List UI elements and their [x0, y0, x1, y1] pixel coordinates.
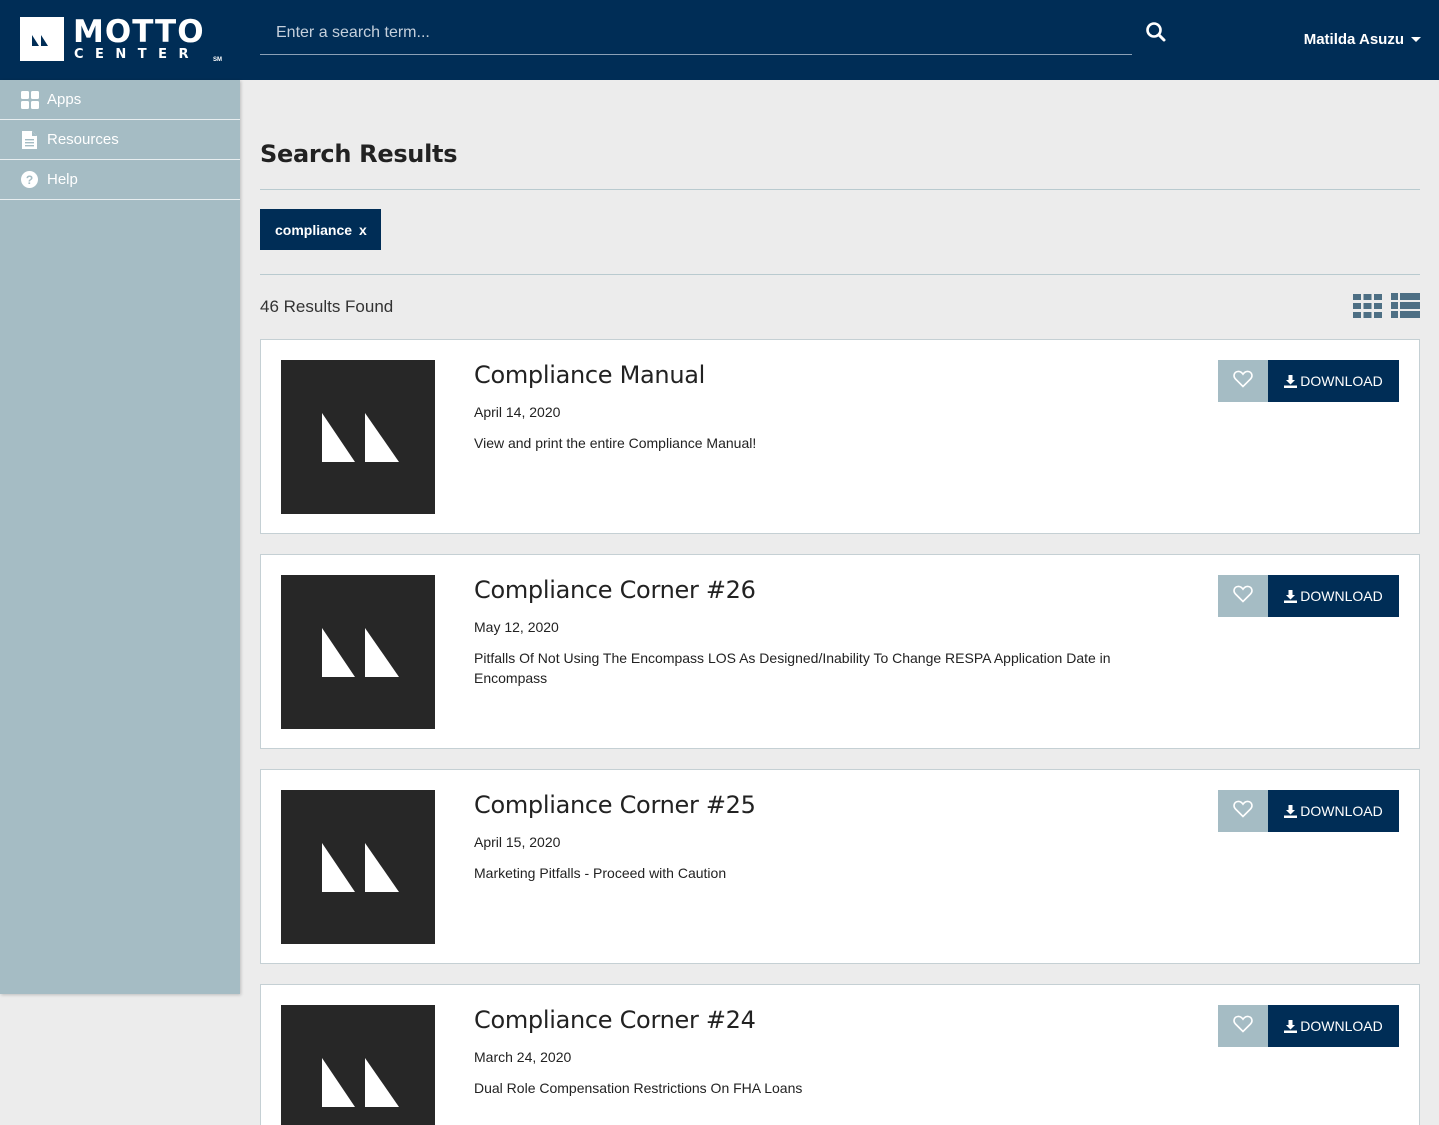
user-menu[interactable]: Matilda Asuzu: [1304, 31, 1421, 48]
user-name: Matilda Asuzu: [1303, 31, 1404, 48]
service-mark: SM: [213, 57, 222, 63]
download-label: DOWNLOAD: [1300, 373, 1383, 389]
result-date: May 12, 2020: [474, 619, 559, 635]
result-title[interactable]: Compliance Manual: [474, 361, 705, 389]
result-card[interactable]: Compliance Corner #24 March 24, 2020 Dua…: [260, 984, 1420, 1125]
svg-text:?: ?: [26, 173, 33, 187]
logo-mark: [20, 17, 64, 61]
download-button[interactable]: DOWNLOAD: [1268, 790, 1399, 832]
favorite-button[interactable]: [1218, 575, 1268, 617]
download-button[interactable]: DOWNLOAD: [1268, 575, 1399, 617]
result-card[interactable]: Compliance Corner #26 May 12, 2020 Pitfa…: [260, 554, 1420, 749]
result-description: Pitfalls Of Not Using The Encompass LOS …: [474, 650, 1111, 686]
sidebar-item-label: Help: [47, 171, 78, 188]
result-date: April 15, 2020: [474, 834, 561, 850]
divider: [260, 274, 1420, 275]
sidebar-item-label: Resources: [47, 131, 119, 148]
logo-wordmark: MOTTO: [73, 14, 205, 50]
resource-thumbnail[interactable]: [281, 575, 435, 729]
result-description: Marketing Pitfalls - Proceed with Cautio…: [474, 865, 727, 881]
list-view-icon[interactable]: [1391, 293, 1420, 318]
result-description: View and print the entire Compliance Man…: [474, 435, 757, 451]
favorite-button[interactable]: [1218, 790, 1268, 832]
heart-icon: [1233, 800, 1253, 823]
grid-icon: [20, 90, 39, 109]
motto-center-logo[interactable]: MOTTO CENTER SM: [20, 14, 230, 63]
search-bar: [260, 12, 1132, 55]
search-input[interactable]: [260, 12, 1132, 54]
filter-chip-label: compliance: [275, 221, 353, 238]
result-date: April 14, 2020: [474, 404, 561, 420]
download-label: DOWNLOAD: [1300, 588, 1383, 604]
search-icon[interactable]: [1144, 20, 1168, 44]
resource-thumbnail[interactable]: [281, 360, 435, 514]
resource-thumbnail[interactable]: [281, 1005, 435, 1125]
page-title: Search Results: [260, 140, 458, 168]
download-icon: [1284, 1019, 1298, 1033]
top-navbar: MOTTO CENTER SM Matilda Asuzu: [0, 0, 1439, 80]
result-description: Dual Role Compensation Restrictions On F…: [474, 1080, 803, 1096]
download-label: DOWNLOAD: [1300, 803, 1383, 819]
favorite-button[interactable]: [1218, 360, 1268, 402]
download-icon: [1284, 589, 1298, 603]
sidebar-item-apps[interactable]: Apps: [0, 80, 240, 120]
download-icon: [1284, 374, 1298, 388]
favorite-button[interactable]: [1218, 1005, 1268, 1047]
resource-thumbnail[interactable]: [281, 790, 435, 944]
sidebar-item-label: Apps: [47, 91, 82, 108]
grid-view-icon[interactable]: [1353, 294, 1382, 318]
download-label: DOWNLOAD: [1300, 1018, 1383, 1034]
download-icon: [1284, 804, 1298, 818]
result-card[interactable]: Compliance Manual April 14, 2020 View an…: [260, 339, 1420, 534]
document-icon: [20, 130, 39, 149]
heart-icon: [1233, 370, 1253, 393]
download-button[interactable]: DOWNLOAD: [1268, 360, 1399, 402]
chevron-down-icon: [1411, 37, 1421, 42]
heart-icon: [1233, 1015, 1253, 1038]
logo-subtitle: CENTER: [74, 47, 201, 62]
filter-chip-compliance[interactable]: compliance x: [260, 209, 381, 250]
sidebar-item-help[interactable]: ? Help: [0, 160, 240, 200]
result-title[interactable]: Compliance Corner #24: [474, 1006, 756, 1034]
result-card[interactable]: Compliance Corner #25 April 15, 2020 Mar…: [260, 769, 1420, 964]
sidebar-item-resources[interactable]: Resources: [0, 120, 240, 160]
results-count: 46 Results Found: [260, 297, 394, 316]
result-date: March 24, 2020: [474, 1049, 572, 1065]
result-title[interactable]: Compliance Corner #25: [474, 791, 756, 819]
close-icon[interactable]: x: [359, 222, 367, 238]
result-title[interactable]: Compliance Corner #26: [474, 576, 756, 604]
heart-icon: [1233, 585, 1253, 608]
sidebar: Apps Resources ? Help: [0, 80, 240, 994]
download-button[interactable]: DOWNLOAD: [1268, 1005, 1399, 1047]
divider: [260, 189, 1420, 190]
question-circle-icon: ?: [20, 170, 39, 189]
